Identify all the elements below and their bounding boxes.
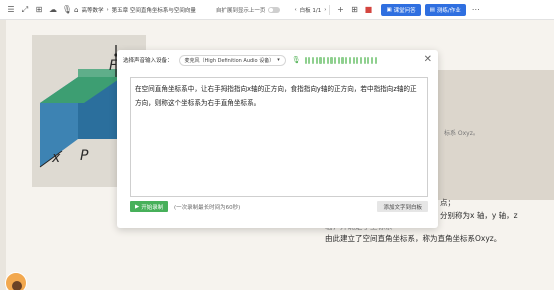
next-page-icon[interactable]: › [324, 7, 326, 13]
dialog-header: 选择声音输入设备： 麦克风（High Definition Audio 设备） … [117, 50, 438, 70]
menu-icon[interactable]: ☰ [4, 3, 18, 17]
voice-input-dialog: 选择声音输入设备： 麦克风（High Definition Audio 设备） … [117, 50, 438, 228]
board-point-suffix: 点； [440, 198, 455, 207]
layout-icon[interactable]: ⊞ [32, 3, 46, 17]
extend-switch[interactable] [268, 6, 281, 13]
photo-caption: 标系 Oxyz。 [444, 130, 479, 137]
volume-level-meter [304, 56, 377, 64]
home-icon[interactable]: ⌂ [74, 6, 78, 14]
clipboard-icon: ▤ [429, 6, 435, 13]
breadcrumb-chapter[interactable]: 第五章 空间直角坐标系与空间向量 [112, 6, 196, 14]
play-icon: ▶ [135, 203, 140, 210]
breadcrumb-course[interactable]: 高等数学 [81, 6, 103, 14]
page-indicator: 白板 1/1 [299, 7, 322, 14]
homework-button[interactable]: ▤ 测练/作业 [424, 3, 466, 16]
top-toolbar: ☰ ⤢ ⊞ ☁ 🎙 ⌂ 高等数学 › 第五章 空间直角坐标系与空间向量 自扩展到… [0, 0, 554, 20]
avatar[interactable] [5, 272, 27, 290]
fullscreen-icon[interactable]: ⤢ [18, 3, 32, 17]
page-pager: ‹ 白板 1/1 › [294, 6, 326, 14]
breadcrumb: ⌂ 高等数学 › 第五章 空间直角坐标系与空间向量 [74, 5, 196, 14]
cloud-icon[interactable]: ☁ [46, 3, 60, 17]
device-select[interactable]: 麦克风（High Definition Audio 设备） ▾ [178, 54, 286, 66]
extend-label: 自扩展到显示上一页 [215, 7, 266, 14]
palette-icon[interactable]: ■ [361, 3, 375, 17]
start-recording-button[interactable]: ▶ 开始录制 [130, 201, 169, 212]
classroom-qa-button[interactable]: ▣ 课堂问答 [381, 3, 421, 16]
add-text-to-whiteboard-button[interactable]: 添加文字到白板 [377, 201, 428, 212]
microphone-icon[interactable]: 🎙 [60, 3, 74, 17]
more-icon[interactable]: ⋯ [469, 3, 483, 17]
board-axes-line: 分别称为x 轴，y 轴，z [440, 211, 518, 220]
prev-page-icon[interactable]: ‹ [294, 7, 296, 13]
transcript-textarea[interactable]: 在空间直角坐标系中，让右手拇指指向x轴的正方向，食指指向y轴的正方向，若中指指向… [130, 77, 428, 197]
dialog-title: 选择声音输入设备： [123, 58, 173, 64]
device-value: 麦克风（High Definition Audio 设备） [184, 57, 275, 64]
chat-icon: ▣ [386, 6, 392, 13]
grid-icon[interactable]: ⊞ [347, 3, 361, 17]
microphone-icon: 🎙 [291, 56, 301, 64]
board-conclusion: 由此建立了空间直角坐标系，称为直角坐标系Oxyz。 [325, 234, 502, 243]
left-rail [0, 20, 6, 290]
chevron-down-icon: ▾ [277, 57, 280, 63]
figure-label-p: P [80, 148, 89, 164]
figure-label-top: F [109, 58, 118, 74]
recording-hint: (一次录制最长时间为60秒) [174, 205, 241, 211]
extend-toggle[interactable]: 自扩展到显示上一页 [216, 6, 281, 14]
add-page-icon[interactable]: + [333, 3, 347, 17]
close-icon[interactable]: ✕ [424, 54, 432, 65]
figure-label-x: x [52, 150, 61, 166]
